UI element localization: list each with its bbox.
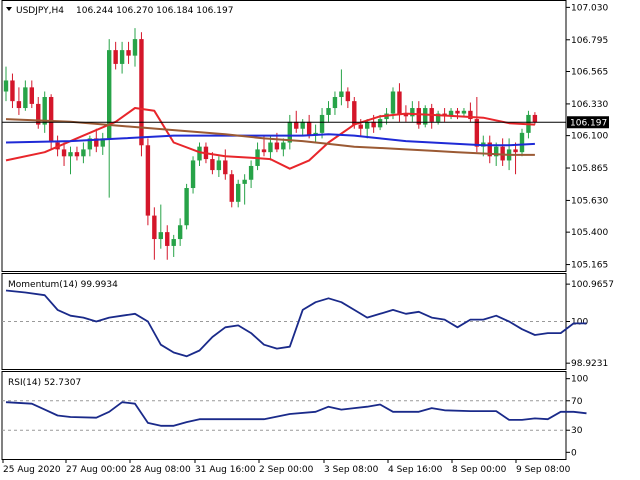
bullish-candle [177, 225, 183, 240]
time-tick-label: 27 Aug 00:00 [66, 465, 127, 475]
bearish-candle [358, 124, 363, 129]
bearish-candle [210, 159, 215, 171]
bearish-candle [294, 121, 299, 129]
price-tick-label: 105.630 [571, 196, 608, 206]
price-tick-label: 106.330 [571, 100, 608, 110]
bearish-candle [352, 101, 357, 125]
bearish-candle [113, 50, 118, 64]
bullish-candle [184, 188, 189, 226]
bullish-candle [132, 39, 138, 56]
bullish-candle [190, 160, 196, 189]
indicator-tick-label: 100 [571, 375, 588, 385]
bullish-candle [410, 108, 415, 117]
trading-chart: 107.030 106.795 106.565 106.330 106.100 105.8… [0, 0, 640, 480]
indicator-tick-label: 0 [571, 448, 577, 458]
bearish-candle [165, 232, 170, 246]
bullish-candle [248, 165, 254, 180]
bearish-candle [229, 174, 234, 202]
bearish-candle [48, 97, 54, 143]
bearish-candle [345, 91, 351, 102]
bullish-candle [68, 152, 73, 157]
bullish-candle [171, 239, 176, 246]
time-tick-label: 31 Aug 16:00 [195, 465, 256, 475]
price-tick-label: 105.865 [571, 164, 608, 174]
price-tick-label: 107.030 [571, 3, 608, 13]
bearish-candle [397, 91, 402, 114]
bearish-candle [223, 160, 228, 175]
bullish-candle [326, 108, 331, 115]
bullish-candle [236, 183, 241, 202]
bullish-candle [300, 121, 305, 129]
bullish-candle [461, 110, 467, 114]
bullish-candle [216, 160, 222, 171]
bearish-candle [261, 149, 267, 153]
time-tick-label: 9 Sep 08:00 [516, 465, 571, 475]
bearish-candle [513, 149, 518, 153]
bearish-candle [455, 110, 460, 114]
price-tick-label: 105.400 [571, 228, 608, 238]
bullish-candle [377, 119, 383, 128]
ohlc-values: 106.244 106.270 106.184 106.197 [76, 6, 233, 16]
bullish-candle [242, 179, 247, 184]
time-tick-label: 25 Aug 2020 [3, 465, 61, 475]
indicator-tick-label: 30 [571, 426, 583, 436]
chart-background [0, 0, 640, 480]
indicator-tick-label: 70 [571, 397, 583, 407]
bullish-candle [319, 114, 325, 133]
time-tick-label: 28 Aug 08:00 [130, 465, 191, 475]
time-tick-label: 4 Sep 16:00 [388, 465, 443, 475]
price-tick-label: 106.100 [571, 132, 608, 142]
bearish-candle [532, 114, 538, 123]
bearish-candle [74, 152, 80, 157]
time-tick-label: 2 Sep 00:00 [259, 465, 314, 475]
bullish-candle [332, 97, 338, 109]
rsi-title: RSI(14) 52.7307 [8, 378, 81, 388]
price-axis: 107.030 106.795 106.565 106.330 106.100 105.8… [566, 3, 608, 271]
bearish-candle [61, 149, 67, 157]
bearish-candle [306, 121, 312, 136]
indicator-tick-label: 100.9657 [571, 280, 614, 290]
bullish-candle [119, 50, 125, 64]
bearish-candle [152, 215, 157, 240]
bullish-candle [268, 142, 273, 153]
time-tick-label: 8 Sep 00:00 [452, 465, 507, 475]
price-tick-label: 105.165 [571, 261, 608, 271]
bullish-candle [519, 132, 525, 153]
bullish-candle [158, 232, 163, 240]
bearish-candle [474, 119, 480, 147]
bearish-candle [16, 101, 22, 109]
momentum-title: Momentum(14) 99.9934 [8, 280, 118, 290]
bearish-candle [126, 50, 131, 56]
current-price-label: 106.197 [570, 119, 607, 129]
bearish-candle [145, 145, 151, 216]
bearish-candle [139, 39, 144, 146]
bearish-candle [29, 87, 34, 104]
time-tick-label: 3 Sep 08:00 [324, 465, 379, 475]
bullish-candle [390, 91, 396, 114]
bullish-candle [281, 142, 286, 150]
bullish-candle [197, 146, 202, 161]
bearish-candle [274, 142, 280, 150]
bullish-candle [23, 87, 28, 109]
bullish-candle [81, 149, 86, 157]
symbol-label: USDJPY,H4 [16, 6, 64, 16]
bearish-candle [10, 80, 15, 102]
price-tick-label: 106.565 [571, 68, 608, 78]
bullish-candle [365, 121, 370, 129]
bullish-candle [3, 80, 9, 92]
price-tick-label: 106.795 [571, 36, 608, 46]
indicator-tick-label: 98.9231 [571, 359, 608, 369]
bullish-candle [339, 91, 344, 98]
